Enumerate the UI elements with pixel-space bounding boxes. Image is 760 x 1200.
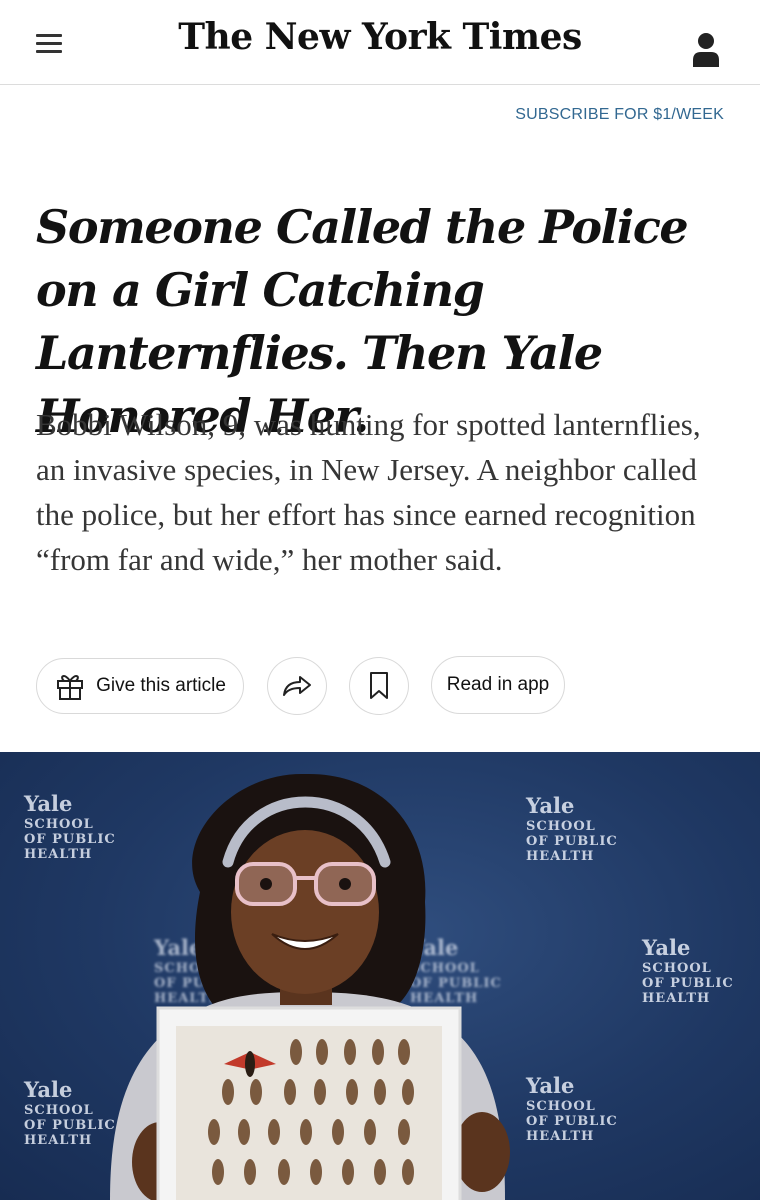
lanternfly-specimen <box>208 1119 220 1145</box>
lanternfly-specimen <box>402 1159 414 1185</box>
lanternfly-specimen <box>250 1079 262 1105</box>
top-bar: The New York Times <box>0 0 760 85</box>
user-account-icon[interactable] <box>690 30 722 70</box>
share-button[interactable] <box>267 657 327 715</box>
masthead-logo[interactable]: The New York Times <box>0 16 760 58</box>
lanternfly-specimen <box>374 1159 386 1185</box>
save-bookmark-button[interactable] <box>349 657 409 715</box>
lanternfly-specimen <box>238 1119 250 1145</box>
lanternfly-specimen <box>310 1159 322 1185</box>
lanternfly-specimen <box>222 1079 234 1105</box>
lanternfly-specimen <box>372 1039 384 1065</box>
lanternfly-specimen <box>268 1119 280 1145</box>
lanternfly-specimen <box>398 1119 410 1145</box>
lanternfly-specimen <box>290 1039 302 1065</box>
lanternfly-specimen <box>244 1159 256 1185</box>
article-photo[interactable]: Yale SCHOOL OF PUBLIC HEALTH Yale SCHOOL… <box>0 752 760 1200</box>
subscribe-link[interactable]: SUBSCRIBE FOR $1/WEEK <box>515 106 724 124</box>
article-summary: Bobbi Wilson, 9, was hunting for spotted… <box>36 407 701 577</box>
lanternfly-specimen <box>364 1119 376 1145</box>
lanternfly-specimen <box>344 1039 356 1065</box>
bookmark-icon <box>370 672 388 699</box>
spread-wing-lanternfly <box>224 1051 276 1077</box>
lanternfly-specimen <box>346 1079 358 1105</box>
read-in-app-button[interactable]: Read in app <box>431 656 565 714</box>
lanternfly-specimen <box>402 1079 414 1105</box>
read-in-app-label: Read in app <box>446 674 550 695</box>
lanternfly-specimens <box>208 1039 414 1185</box>
lanternfly-specimen <box>342 1159 354 1185</box>
share-arrow-icon <box>283 676 311 696</box>
lanternfly-specimen <box>212 1159 224 1185</box>
give-article-button[interactable]: Give this article <box>36 658 244 714</box>
lanternfly-specimen <box>316 1039 328 1065</box>
give-article-label: Give this article <box>96 675 226 696</box>
lanternfly-specimen <box>314 1079 326 1105</box>
gift-icon <box>57 675 84 700</box>
lanternfly-specimen <box>374 1079 386 1105</box>
lanternfly-specimen <box>284 1079 296 1105</box>
lanternfly-specimen <box>300 1119 312 1145</box>
lanternfly-specimen <box>278 1159 290 1185</box>
lanternfly-specimen <box>332 1119 344 1145</box>
lanternfly-specimen <box>398 1039 410 1065</box>
